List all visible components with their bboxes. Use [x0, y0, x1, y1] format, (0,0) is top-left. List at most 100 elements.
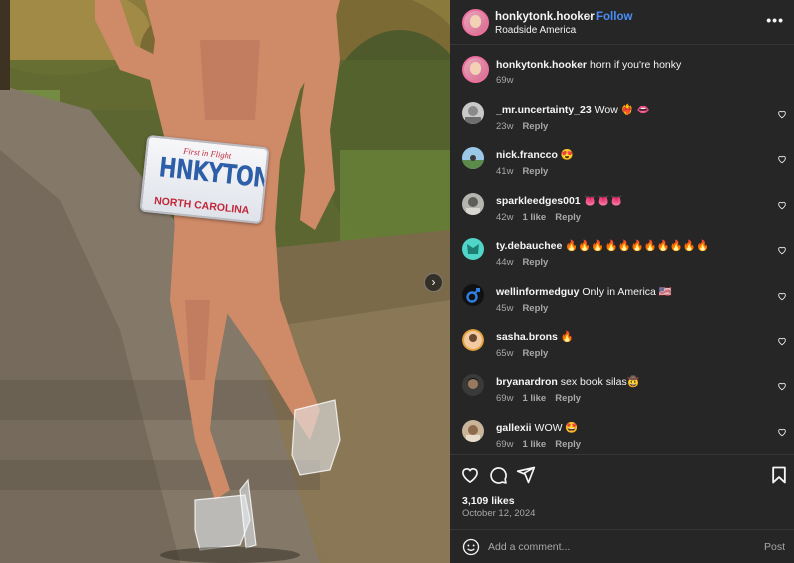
comment-item: _mr.uncertainty_23 Wow ❤️‍🔥 👄 23w Reply [450, 98, 794, 143]
author-avatar[interactable] [462, 9, 489, 36]
comment-list: _mr.uncertainty_23 Wow ❤️‍🔥 👄 23w Reply n… [450, 98, 794, 461]
commenter-avatar[interactable] [462, 419, 484, 442]
comment-body: wellinformedguy Only in America 🇺🇸 [496, 285, 672, 298]
commenter-avatar[interactable] [462, 238, 484, 261]
follow-button[interactable]: Follow [596, 11, 632, 23]
heart-icon[interactable] [777, 291, 787, 301]
comment-time: 44w [496, 257, 514, 269]
post-side-panel: honkytonk.hooker • Follow Roadside Ameri… [450, 0, 794, 563]
heart-icon[interactable] [777, 109, 787, 119]
post-comment-button[interactable]: Post [764, 541, 785, 553]
commenter-username[interactable]: sasha.brons [496, 331, 558, 343]
commenter-username[interactable]: ty.debauchee [496, 240, 562, 252]
comment-time: 69w [496, 438, 514, 450]
heart-icon[interactable] [777, 154, 787, 164]
comment-body: nick.francco 😍 [496, 148, 574, 161]
comment-body: gallexii WOW 🤩 [496, 421, 579, 434]
comment-item: wellinformedguy Only in America 🇺🇸 45w Re… [450, 280, 794, 325]
comment-time: 23w [496, 121, 514, 132]
comment-text: 🔥 [560, 330, 574, 343]
post-location[interactable]: Roadside America [495, 25, 576, 36]
comment-input[interactable] [488, 537, 748, 557]
commenter-avatar[interactable] [462, 328, 484, 351]
comment-meta: 41w Reply [496, 166, 557, 177]
caption-body: horn if you're honky [589, 59, 682, 71]
heart-icon[interactable] [777, 427, 787, 437]
caption-username[interactable]: honkytonk.hooker [496, 59, 587, 71]
commenter-username[interactable]: _mr.uncertainty_23 [496, 104, 592, 116]
comment-time: 41w [496, 166, 514, 178]
comment-text: 😍 [560, 149, 574, 162]
post-actions: 3,109 likes October 12, 2024 [450, 454, 794, 529]
comment-time: 45w [496, 302, 514, 314]
commenter-avatar[interactable] [462, 102, 484, 124]
reply-button[interactable]: Reply [522, 121, 548, 132]
license-plate: First in Flight HNKYTONK NORTH CAROLINA [139, 134, 270, 225]
comment-likes[interactable]: 1 like [522, 393, 546, 404]
comment-icon[interactable] [488, 465, 508, 485]
commenter-avatar[interactable] [462, 192, 484, 215]
comment-text: 👅👅👅 [583, 194, 623, 207]
share-icon[interactable] [516, 465, 536, 485]
comment-meta: 65w Reply [496, 348, 557, 359]
reply-button[interactable]: Reply [522, 348, 548, 359]
post-caption: honkytonk.hooker horn if you're honky 69… [450, 53, 794, 93]
comment-likes[interactable]: 1 like [522, 439, 546, 450]
reply-button[interactable]: Reply [522, 166, 548, 177]
comment-time: 42w [496, 211, 514, 223]
like-heart-icon[interactable] [460, 465, 480, 485]
comment-body: sasha.brons 🔥 [496, 330, 574, 343]
comment-text: Only in America 🇺🇸 [582, 285, 672, 298]
reply-button[interactable]: Reply [555, 393, 581, 404]
author-username[interactable]: honkytonk.hooker [495, 11, 595, 23]
post-header: honkytonk.hooker • Follow Roadside Ameri… [450, 0, 794, 45]
comment-meta: 45w Reply [496, 303, 557, 314]
emoji-icon[interactable] [462, 538, 480, 556]
commenter-avatar[interactable] [462, 147, 484, 170]
commenter-username[interactable]: sparkleedges001 [496, 195, 581, 207]
heart-icon[interactable] [777, 336, 787, 346]
comment-item: sasha.brons 🔥 65w Reply [450, 325, 794, 370]
comment-body: sparkleedges001 👅👅👅 [496, 194, 623, 207]
comment-text: 🔥🔥🔥🔥🔥🔥🔥🔥🔥🔥🔥 [565, 240, 710, 253]
comment-text: Wow ❤️‍🔥 👄 [594, 104, 650, 116]
commenter-avatar[interactable] [462, 374, 484, 397]
likes-count[interactable]: 3,109 likes [462, 495, 515, 507]
separator-dot: • [587, 11, 591, 23]
comment-meta: 23w Reply [496, 121, 557, 132]
heart-icon[interactable] [777, 381, 787, 391]
comment-body: ty.debauchee 🔥🔥🔥🔥🔥🔥🔥🔥🔥🔥🔥 [496, 239, 709, 252]
comment-time: 65w [496, 347, 514, 359]
caption-time: 69w [496, 75, 514, 86]
comment-time: 69w [496, 393, 514, 405]
more-icon[interactable]: ••• [766, 12, 784, 28]
post-date: October 12, 2024 [462, 508, 536, 519]
bookmark-icon[interactable] [769, 465, 789, 485]
reply-button[interactable]: Reply [555, 439, 581, 450]
comment-meta: 42w 1 like Reply [496, 212, 590, 223]
reply-button[interactable]: Reply [555, 212, 581, 223]
heart-icon[interactable] [777, 200, 787, 210]
heart-icon[interactable] [777, 245, 787, 255]
caption-avatar[interactable] [462, 56, 489, 83]
comment-meta: 69w 1 like Reply [496, 393, 590, 404]
comment-item: nick.francco 😍 41w Reply [450, 143, 794, 188]
commenter-username[interactable]: wellinformedguy [496, 286, 579, 298]
comment-meta: 44w Reply [496, 257, 557, 268]
post-photo: First in Flight HNKYTONK NORTH CAROLINA … [0, 0, 450, 563]
add-comment-bar: Post [450, 529, 794, 563]
comment-body: _mr.uncertainty_23 Wow ❤️‍🔥 👄 [496, 103, 650, 116]
commenter-username[interactable]: gallexii [496, 422, 532, 434]
comment-item: ty.debauchee 🔥🔥🔥🔥🔥🔥🔥🔥🔥🔥🔥 44w Reply [450, 234, 794, 279]
reply-button[interactable]: Reply [522, 303, 548, 314]
commenter-avatar[interactable] [462, 283, 484, 306]
comment-likes[interactable]: 1 like [522, 212, 546, 223]
carousel-next-icon[interactable]: › [424, 273, 443, 292]
comment-meta: 69w 1 like Reply [496, 439, 590, 450]
comment-text: WOW 🤩 [534, 421, 579, 434]
comment-item: sparkleedges001 👅👅👅 42w 1 like Reply [450, 189, 794, 234]
commenter-username[interactable]: nick.francco [496, 149, 558, 161]
reply-button[interactable]: Reply [522, 257, 548, 268]
caption-text: honkytonk.hooker horn if you're honky [496, 59, 681, 71]
commenter-username[interactable]: bryanardron [496, 376, 558, 388]
